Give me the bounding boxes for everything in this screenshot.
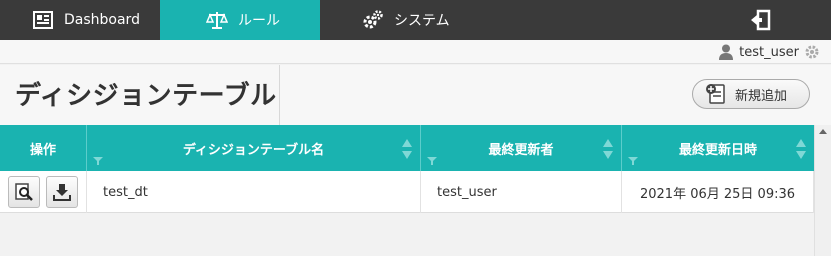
scales-icon bbox=[206, 9, 228, 31]
nav-dashboard-label: Dashboard bbox=[64, 12, 140, 28]
download-button[interactable] bbox=[46, 176, 78, 208]
sort-icon[interactable] bbox=[402, 139, 412, 159]
add-new-button[interactable]: 新規追加 bbox=[692, 79, 810, 109]
table-header: 操作 ディシジョンテーブル名 最終更新者 最終更新日時 bbox=[0, 125, 814, 171]
nav-rule[interactable]: ルール bbox=[160, 0, 320, 40]
add-document-icon bbox=[706, 84, 725, 104]
page-title: ディシジョンテーブル bbox=[15, 81, 277, 111]
logout-button[interactable] bbox=[740, 0, 790, 40]
gear-icon[interactable] bbox=[805, 45, 819, 59]
column-header-label: 操作 bbox=[29, 142, 56, 158]
sort-icon[interactable] bbox=[603, 139, 613, 159]
user-bar: test_user bbox=[0, 40, 831, 64]
nav-system-label: システム bbox=[394, 13, 450, 29]
user-menu[interactable]: test_user bbox=[719, 40, 819, 64]
user-name: test_user bbox=[739, 44, 799, 60]
column-header-label: ディシジョンテーブル名 bbox=[182, 142, 325, 158]
logout-icon bbox=[749, 9, 771, 31]
nav-rule-label: ルール bbox=[238, 13, 280, 29]
view-button[interactable] bbox=[8, 176, 40, 208]
column-header-updated-by[interactable]: 最終更新者 bbox=[421, 125, 622, 171]
gears-icon bbox=[362, 9, 384, 31]
nav-system[interactable]: システム bbox=[320, 0, 480, 40]
table-row[interactable]: test_dt test_user 2021年 06月 25日 09:36 bbox=[0, 171, 814, 213]
row-updated-by: test_user bbox=[421, 171, 622, 213]
filter-icon[interactable] bbox=[628, 157, 638, 165]
title-bar: ディシジョンテーブル 新規追加 bbox=[0, 65, 831, 125]
column-header-name[interactable]: ディシジョンテーブル名 bbox=[87, 125, 421, 171]
sort-icon[interactable] bbox=[796, 139, 806, 159]
title-divider bbox=[279, 65, 280, 125]
row-updated-at: 2021年 06月 25日 09:36 bbox=[622, 171, 814, 213]
user-icon bbox=[719, 44, 734, 60]
dashboard-icon bbox=[32, 9, 54, 31]
filter-icon[interactable] bbox=[427, 157, 437, 165]
magnifier-document-icon bbox=[15, 183, 33, 201]
row-actions bbox=[0, 171, 87, 213]
column-header-updated-at[interactable]: 最終更新日時 bbox=[622, 125, 814, 171]
add-new-label: 新規追加 bbox=[735, 88, 788, 104]
top-nav: Dashboard ルール システム bbox=[0, 0, 831, 40]
column-header-label: 最終更新者 bbox=[488, 142, 554, 158]
column-header-label: 最終更新日時 bbox=[678, 142, 757, 158]
row-name[interactable]: test_dt bbox=[87, 171, 421, 213]
vertical-scrollbar[interactable] bbox=[814, 125, 831, 256]
nav-dashboard[interactable]: Dashboard bbox=[0, 0, 160, 40]
decision-table-grid: 操作 ディシジョンテーブル名 最終更新者 最終更新日時 test_dt test… bbox=[0, 125, 831, 256]
download-icon bbox=[53, 184, 71, 201]
filter-icon[interactable] bbox=[93, 157, 103, 165]
scroll-up-arrow-icon[interactable] bbox=[819, 129, 827, 134]
column-header-actions: 操作 bbox=[0, 125, 87, 171]
